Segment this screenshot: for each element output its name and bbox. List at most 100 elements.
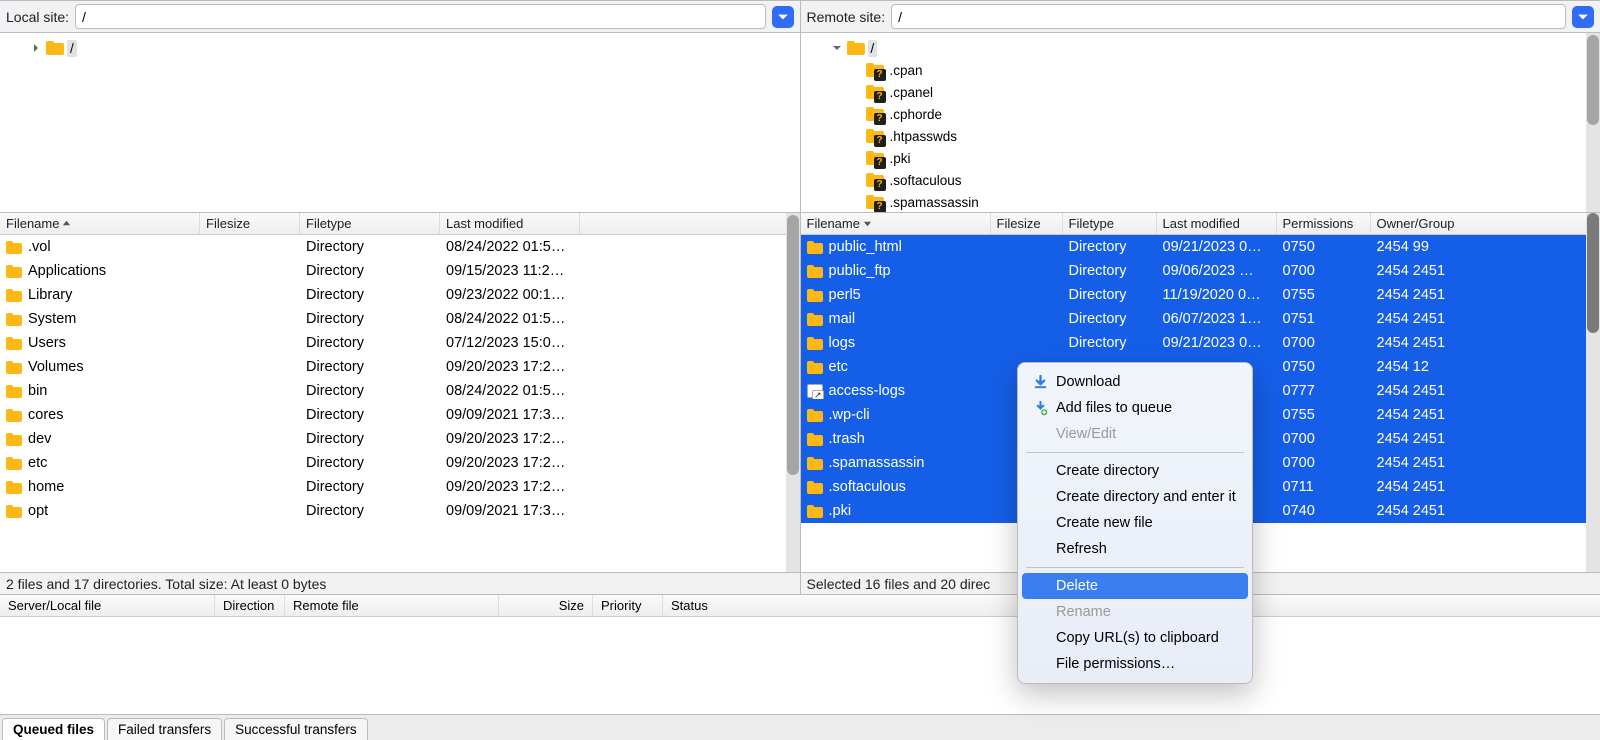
menu-add-to-queue[interactable]: Add files to queue [1022,395,1248,421]
file-modified: 09/06/2023 … [1157,263,1277,279]
menu-download[interactable]: Download [1022,369,1248,395]
col-filesize[interactable]: Filesize [991,213,1063,234]
scrollbar[interactable] [1586,33,1600,212]
local-path-dropdown[interactable] [772,6,794,28]
folder-icon [807,289,823,302]
folder-icon [807,457,823,470]
qcol-direction[interactable]: Direction [215,595,285,616]
table-row[interactable]: optDirectory09/09/2021 17:3… [0,499,800,523]
table-row[interactable]: public_htmlDirectory09/21/2023 0…0750245… [801,235,1600,259]
file-permissions: 0751 [1277,311,1371,327]
file-modified: 09/20/2023 17:2… [440,455,580,471]
remote-path-dropdown[interactable] [1572,6,1594,28]
col-owner[interactable]: Owner/Group [1371,213,1471,234]
file-modified: 09/21/2023 0… [1157,239,1277,255]
col-filetype[interactable]: Filetype [1063,213,1157,234]
file-name: Library [28,287,72,303]
add-queue-icon [1032,400,1048,416]
file-modified: 09/20/2023 17:2… [440,479,580,495]
file-type: Directory [300,503,440,519]
menu-create-directory-enter[interactable]: Create directory and enter it [1022,484,1248,510]
file-permissions: 0700 [1277,263,1371,279]
sort-asc-icon [62,219,71,228]
tree-item[interactable]: ?.htpasswds [801,125,1600,147]
local-table-body[interactable]: .volDirectory08/24/2022 01:5…Application… [0,235,800,572]
file-name: access-logs [829,383,906,399]
menu-create-directory[interactable]: Create directory [1022,458,1248,484]
menu-refresh[interactable]: Refresh [1022,536,1248,562]
table-row[interactable]: LibraryDirectory09/23/2022 00:1… [0,283,800,307]
local-tree[interactable]: / [0,33,800,213]
tree-item[interactable]: ?.pki [801,147,1600,169]
menu-file-permissions[interactable]: File permissions… [1022,651,1248,677]
table-row[interactable]: logsDirectory09/21/2023 0…07002454 2451 [801,331,1600,355]
tree-item[interactable]: ?.cpan [801,59,1600,81]
qcol-remote[interactable]: Remote file [285,595,499,616]
expand-icon[interactable] [29,41,43,55]
file-name: public_html [829,239,902,255]
col-filename[interactable]: Filename [801,213,991,234]
qcol-size[interactable]: Size [499,595,593,616]
collapse-icon[interactable] [830,41,844,55]
table-row[interactable]: SystemDirectory08/24/2022 01:5… [0,307,800,331]
qcol-priority[interactable]: Priority [593,595,663,616]
folder-icon [807,313,823,326]
local-tree-root[interactable]: / [0,37,800,59]
tree-item[interactable]: ?.spamassassin [801,191,1600,213]
table-row[interactable]: coresDirectory09/09/2021 17:3… [0,403,800,427]
tab-failed[interactable]: Failed transfers [107,718,222,740]
qcol-file[interactable]: Server/Local file [0,595,215,616]
folder-icon [6,433,22,446]
table-row[interactable]: binDirectory08/24/2022 01:5… [0,379,800,403]
table-row[interactable]: mailDirectory06/07/2023 1…07512454 2451 [801,307,1600,331]
col-modified[interactable]: Last modified [1157,213,1277,234]
table-row[interactable]: .volDirectory08/24/2022 01:5… [0,235,800,259]
tree-item[interactable]: ?.cpanel [801,81,1600,103]
col-modified[interactable]: Last modified [440,213,580,234]
file-permissions: 0755 [1277,287,1371,303]
col-filetype[interactable]: Filetype [300,213,440,234]
col-filesize[interactable]: Filesize [200,213,300,234]
file-type: Directory [300,455,440,471]
menu-create-file[interactable]: Create new file [1022,510,1248,536]
tab-successful[interactable]: Successful transfers [224,718,368,740]
tree-item[interactable]: ?.softaculous [801,169,1600,191]
col-permissions[interactable]: Permissions [1277,213,1371,234]
remote-site-label: Remote site: [807,9,886,25]
main-content: Local site: / Filename Filesize Filetype… [0,0,1600,594]
col-filename[interactable]: Filename [0,213,200,234]
table-row[interactable]: ApplicationsDirectory09/15/2023 11:2… [0,259,800,283]
folder-icon [807,361,823,374]
table-row[interactable]: perl5Directory11/19/2020 0…07552454 2451 [801,283,1600,307]
menu-copy-url[interactable]: Copy URL(s) to clipboard [1022,625,1248,651]
table-row[interactable]: public_ftpDirectory09/06/2023 …07002454 … [801,259,1600,283]
remote-path-input[interactable] [891,4,1566,29]
folder-icon [807,241,823,254]
queue-body[interactable] [0,617,1600,714]
local-path-input[interactable] [75,4,765,29]
menu-delete[interactable]: Delete [1022,573,1248,599]
remote-tree-root[interactable]: / [801,37,1600,59]
table-row[interactable]: UsersDirectory07/12/2023 15:0… [0,331,800,355]
local-status: 2 files and 17 directories. Total size: … [0,572,800,594]
table-row[interactable]: homeDirectory09/20/2023 17:2… [0,475,800,499]
file-name: .pki [829,503,852,519]
folder-unknown-icon: ? [866,85,884,99]
file-permissions: 0755 [1277,407,1371,423]
file-modified: 09/21/2023 0… [1157,335,1277,351]
table-row[interactable]: etcDirectory09/20/2023 17:2… [0,451,800,475]
file-permissions: 0740 [1277,503,1371,519]
file-owner: 2454 12 [1371,359,1471,375]
file-type: Directory [300,311,440,327]
file-type: Directory [300,479,440,495]
scrollbar[interactable] [786,213,800,572]
remote-tree[interactable]: / ?.cpan?.cpanel?.cphorde?.htpasswds?.pk… [801,33,1600,213]
tree-item[interactable]: ?.cphorde [801,103,1600,125]
tree-item-label: .cphorde [887,106,946,123]
table-row[interactable]: VolumesDirectory09/20/2023 17:2… [0,355,800,379]
tab-queued[interactable]: Queued files [2,718,105,740]
file-modified: 08/24/2022 01:5… [440,311,580,327]
folder-icon [807,409,823,422]
scrollbar[interactable] [1586,213,1600,572]
table-row[interactable]: devDirectory09/20/2023 17:2… [0,427,800,451]
